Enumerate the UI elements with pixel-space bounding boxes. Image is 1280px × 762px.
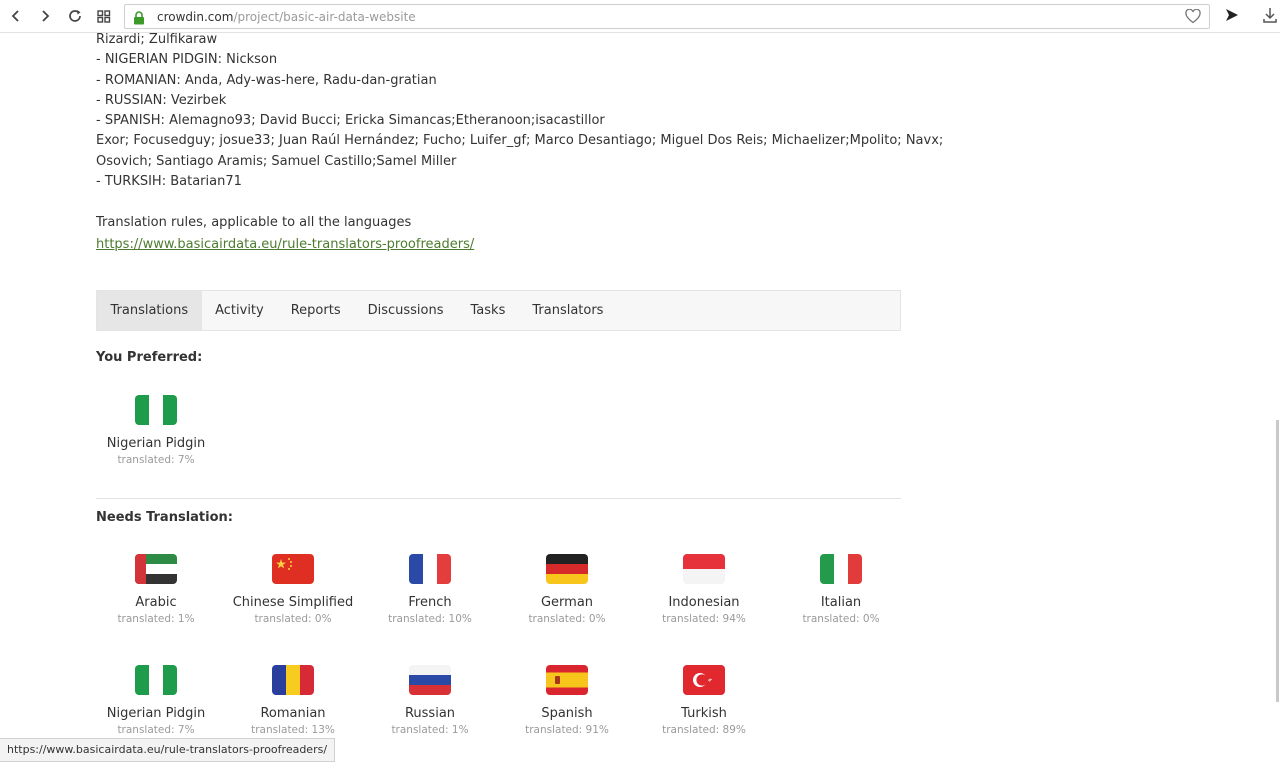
description-line: - TURKSIH: Batarian71: [96, 174, 242, 190]
browser-toolbar: crowdin.com/project/basic-air-data-websi…: [0, 0, 1280, 33]
tab-discussions[interactable]: Discussions: [354, 291, 457, 330]
language-progress: translated: 1%: [391, 724, 469, 736]
germany-flag-icon: [546, 554, 588, 584]
address-bar[interactable]: crowdin.com/project/basic-air-data-websi…: [124, 4, 1210, 29]
language-card-turkish[interactable]: Turkish translated: 89%: [639, 665, 769, 738]
description-line: - SPANISH: Alemagno93; David Bucci; Eric…: [96, 113, 605, 129]
language-name: Nigerian Pidgin: [106, 436, 206, 451]
language-name: Italian: [820, 595, 862, 610]
language-progress: translated: 0%: [802, 613, 880, 625]
language-name: Turkish: [681, 706, 727, 721]
url-path: /project/basic-air-data-website: [233, 10, 416, 24]
language-progress: translated: 94%: [662, 613, 746, 625]
language-progress: translated: 91%: [525, 724, 609, 736]
spain-flag-icon: [546, 665, 588, 695]
download-icon[interactable]: [1262, 6, 1278, 28]
indonesia-flag-icon: [683, 554, 725, 584]
language-card-arabic[interactable]: Arabic translated: 1%: [91, 554, 221, 627]
language-progress: translated: 0%: [528, 613, 606, 625]
language-card-nigerian-pidgin-preferred[interactable]: Nigerian Pidgin translated: 7%: [91, 395, 221, 468]
uae-flag-icon: [135, 554, 177, 584]
lock-icon: [133, 10, 145, 29]
description-line: Rizardi; Zulfikaraw: [96, 32, 218, 47]
url-host: crowdin.com: [157, 10, 234, 24]
nigeria-flag-icon: [135, 395, 177, 425]
description-line: Translation rules, applicable to all the…: [96, 214, 412, 230]
language-name: Indonesian: [668, 595, 740, 610]
language-card-german[interactable]: German translated: 0%: [502, 554, 632, 627]
tab-translations[interactable]: Translations: [97, 291, 202, 330]
link-status-bar: https://www.basicairdata.eu/rule-transla…: [0, 738, 336, 762]
language-card-chinese-simplified[interactable]: Chinese Simplified translated: 0%: [228, 554, 358, 627]
tab-tasks[interactable]: Tasks: [457, 291, 519, 330]
preferred-title: You Preferred:: [96, 350, 203, 365]
tab-reports[interactable]: Reports: [277, 291, 354, 330]
description-line: Exor; Focusedguy; josue33; Juan Raúl Her…: [96, 133, 944, 149]
language-progress: translated: 0%: [254, 613, 332, 625]
needs-translation-title: Needs Translation:: [96, 510, 233, 525]
language-card-spanish[interactable]: Spanish translated: 91%: [502, 665, 632, 738]
language-card-indonesian[interactable]: Indonesian translated: 94%: [639, 554, 769, 627]
flow-send-icon[interactable]: [1223, 6, 1241, 28]
language-progress: translated: 13%: [251, 724, 335, 736]
language-card-italian[interactable]: Italian translated: 0%: [776, 554, 906, 627]
language-name: French: [408, 595, 452, 610]
language-progress: translated: 1%: [117, 613, 195, 625]
back-icon[interactable]: [6, 6, 26, 26]
language-name: German: [540, 595, 594, 610]
url-text: crowdin.com/project/basic-air-data-websi…: [157, 9, 416, 25]
language-name: Chinese Simplified: [232, 595, 354, 610]
language-card-romanian[interactable]: Romanian translated: 13%: [228, 665, 358, 738]
speed-dial-icon[interactable]: [94, 6, 114, 26]
language-card-french[interactable]: French translated: 10%: [365, 554, 495, 627]
language-name: Spanish: [541, 706, 593, 721]
language-card-nigerian-pidgin[interactable]: Nigerian Pidgin translated: 7%: [91, 665, 221, 738]
language-name: Romanian: [260, 706, 326, 721]
page-scrollbar[interactable]: [1276, 420, 1279, 702]
romania-flag-icon: [272, 665, 314, 695]
language-name: Russian: [404, 706, 456, 721]
reload-icon[interactable]: [65, 6, 85, 26]
turkey-flag-icon: [683, 665, 725, 695]
language-progress: translated: 89%: [662, 724, 746, 736]
description-line: - RUSSIAN: Vezirbek: [96, 92, 227, 108]
language-name: Nigerian Pidgin: [106, 706, 206, 721]
italy-flag-icon: [820, 554, 862, 584]
section-divider: [96, 498, 901, 499]
tab-activity[interactable]: Activity: [202, 291, 278, 330]
translation-rules-link[interactable]: https://www.basicairdata.eu/rule-transla…: [96, 237, 474, 252]
description-line: - ROMANIAN: Anda, Ady-was-here, Radu-dan…: [96, 72, 437, 88]
language-progress: translated: 7%: [117, 454, 195, 466]
bookmark-heart-icon[interactable]: [1185, 8, 1201, 28]
tab-translators[interactable]: Translators: [519, 291, 617, 330]
china-flag-icon: [272, 554, 314, 584]
forward-icon[interactable]: [35, 6, 55, 26]
russia-flag-icon: [409, 665, 451, 695]
description-line: - NIGERIAN PIDGIN: Nickson: [96, 52, 278, 68]
language-name: Arabic: [135, 595, 177, 610]
nigeria-flag-icon: [135, 665, 177, 695]
language-progress: translated: 7%: [117, 724, 195, 736]
description-line: Osovich; Santiago Aramis; Samuel Castill…: [96, 153, 457, 169]
language-card-russian[interactable]: Russian translated: 1%: [365, 665, 495, 738]
language-progress: translated: 10%: [388, 613, 472, 625]
project-tabs: Translations Activity Reports Discussion…: [96, 290, 901, 331]
project-description: Rizardi; Zulfikaraw - NIGERIAN PIDGIN: N…: [96, 30, 944, 255]
france-flag-icon: [409, 554, 451, 584]
